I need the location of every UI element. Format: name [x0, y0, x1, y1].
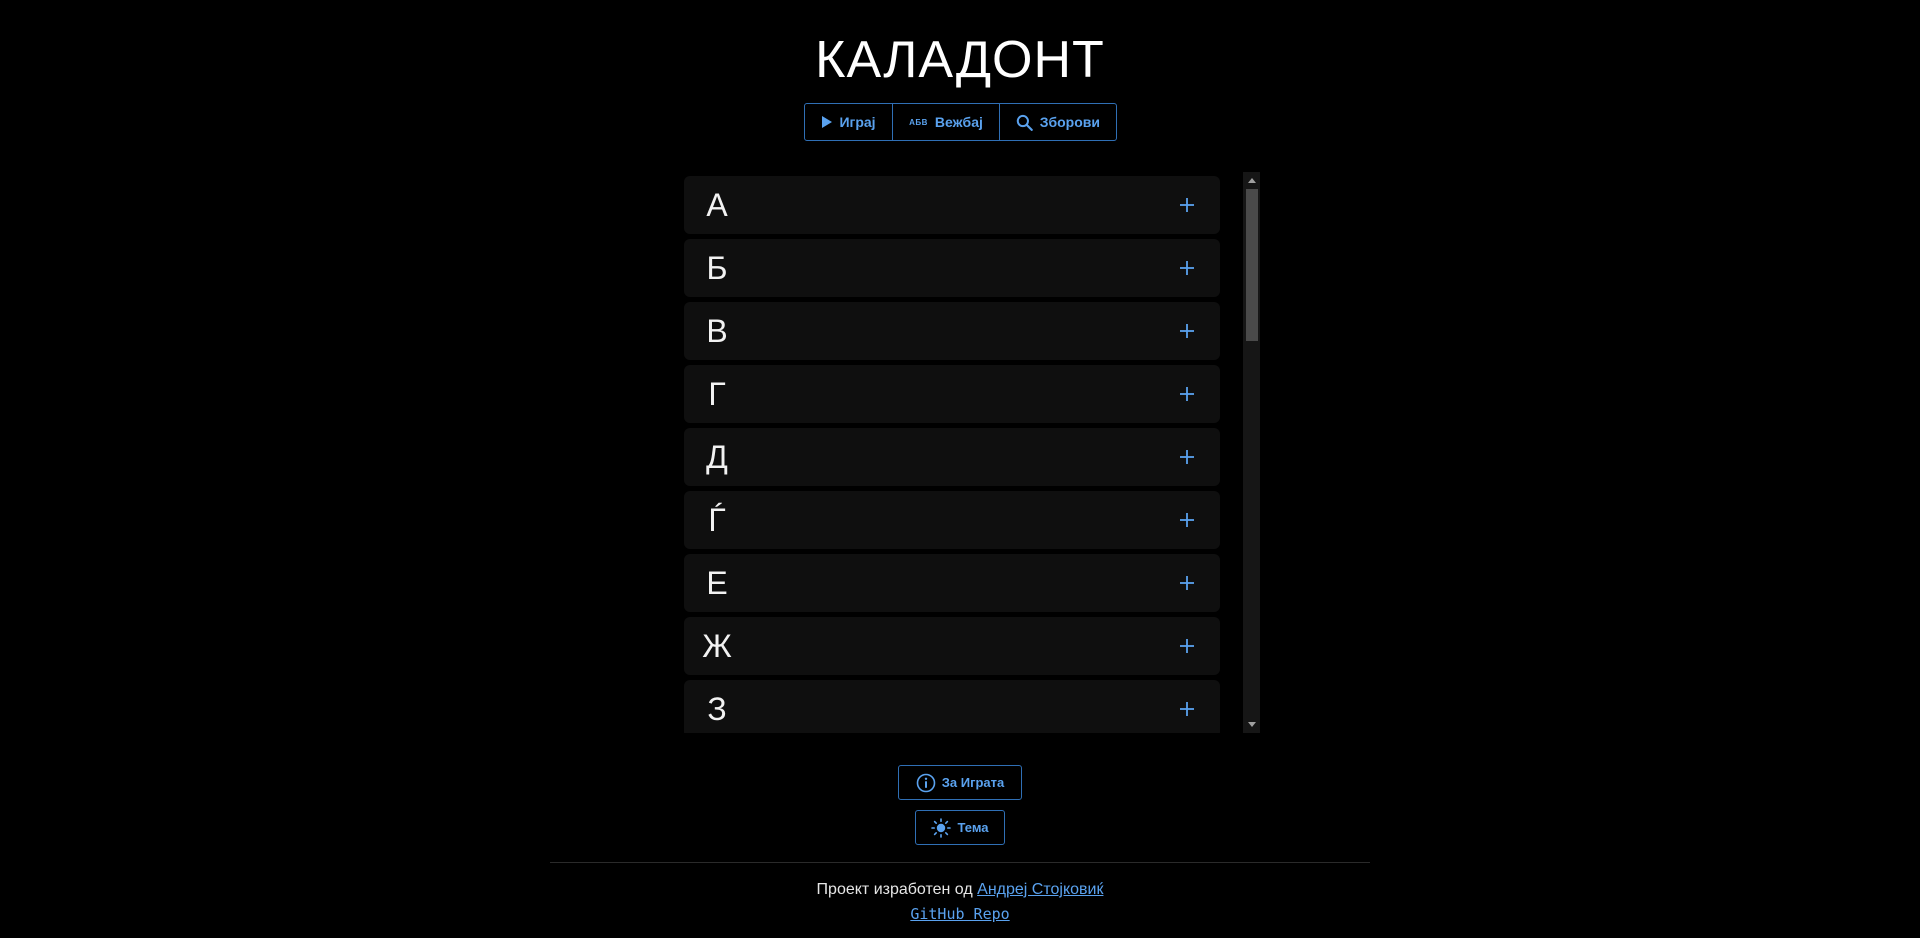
plus-icon[interactable] [1180, 450, 1194, 464]
plus-icon[interactable] [1180, 639, 1194, 653]
footer-divider [550, 862, 1370, 863]
abc-icon: АБВ [909, 117, 928, 127]
words-button[interactable]: Зборови [999, 104, 1116, 140]
scrollbar[interactable] [1243, 172, 1260, 733]
search-icon [1016, 114, 1033, 131]
letter-label: В [706, 313, 728, 349]
sun-icon [931, 817, 952, 838]
theme-button[interactable]: Тема [915, 810, 1005, 845]
practice-label: Вежбај [934, 114, 983, 130]
letter-label: Е [706, 565, 728, 601]
theme-label: Тема [957, 820, 989, 835]
letter-list-container: АБВГДЃЕЖЗ [684, 172, 1260, 733]
github-repo-link[interactable]: GitHub Repo [910, 905, 1009, 923]
letter-label: Д [706, 439, 728, 475]
letter-list: АБВГДЃЕЖЗ [684, 176, 1220, 733]
letter-row[interactable]: З [684, 680, 1220, 733]
footer-made-by: Проект изработен од [816, 881, 973, 898]
about-game-label: За Играта [941, 775, 1005, 790]
play-label: Играј [839, 114, 876, 130]
footer-credit: Проект изработен од Андреј Стојковиќ [0, 878, 1920, 902]
letter-row[interactable]: Ѓ [684, 491, 1220, 549]
scroll-down-arrow-icon[interactable] [1243, 716, 1260, 733]
practice-button[interactable]: АБВ Вежбај [892, 104, 999, 140]
words-label: Зборови [1039, 114, 1100, 130]
plus-icon[interactable] [1180, 702, 1194, 716]
plus-icon[interactable] [1180, 387, 1194, 401]
letter-row[interactable]: А [684, 176, 1220, 234]
plus-icon[interactable] [1180, 261, 1194, 275]
letter-row[interactable]: Д [684, 428, 1220, 486]
plus-icon[interactable] [1180, 198, 1194, 212]
main-nav: Играј АБВ Вежбај Зборови [804, 103, 1117, 141]
letter-row[interactable]: Ж [684, 617, 1220, 675]
footer-repo: GitHub Repo [0, 902, 1920, 926]
page: КАЛАДОНТ Играј АБВ Вежбај Зборови АБВГДЃ… [0, 0, 1920, 938]
plus-icon[interactable] [1180, 576, 1194, 590]
author-link[interactable]: Андреј Стојковиќ [977, 881, 1103, 898]
scrollbar-thumb[interactable] [1246, 189, 1258, 341]
page-title: КАЛАДОНТ [815, 31, 1105, 89]
letter-row[interactable]: В [684, 302, 1220, 360]
plus-icon[interactable] [1180, 513, 1194, 527]
letter-label: З [707, 691, 727, 727]
play-icon [822, 116, 833, 128]
play-button[interactable]: Играј [805, 104, 892, 140]
letter-row[interactable]: Е [684, 554, 1220, 612]
letter-row[interactable]: Б [684, 239, 1220, 297]
about-game-button[interactable]: За Играта [898, 765, 1022, 800]
plus-icon[interactable] [1180, 324, 1194, 338]
letter-row[interactable]: Г [684, 365, 1220, 423]
letter-label: Г [708, 376, 726, 412]
letter-label: Ѓ [708, 502, 726, 538]
letter-label: Ж [702, 628, 732, 664]
letter-label: Б [706, 250, 728, 286]
info-icon [916, 773, 936, 792]
letter-label: А [706, 187, 728, 223]
scroll-up-arrow-icon[interactable] [1243, 172, 1260, 189]
